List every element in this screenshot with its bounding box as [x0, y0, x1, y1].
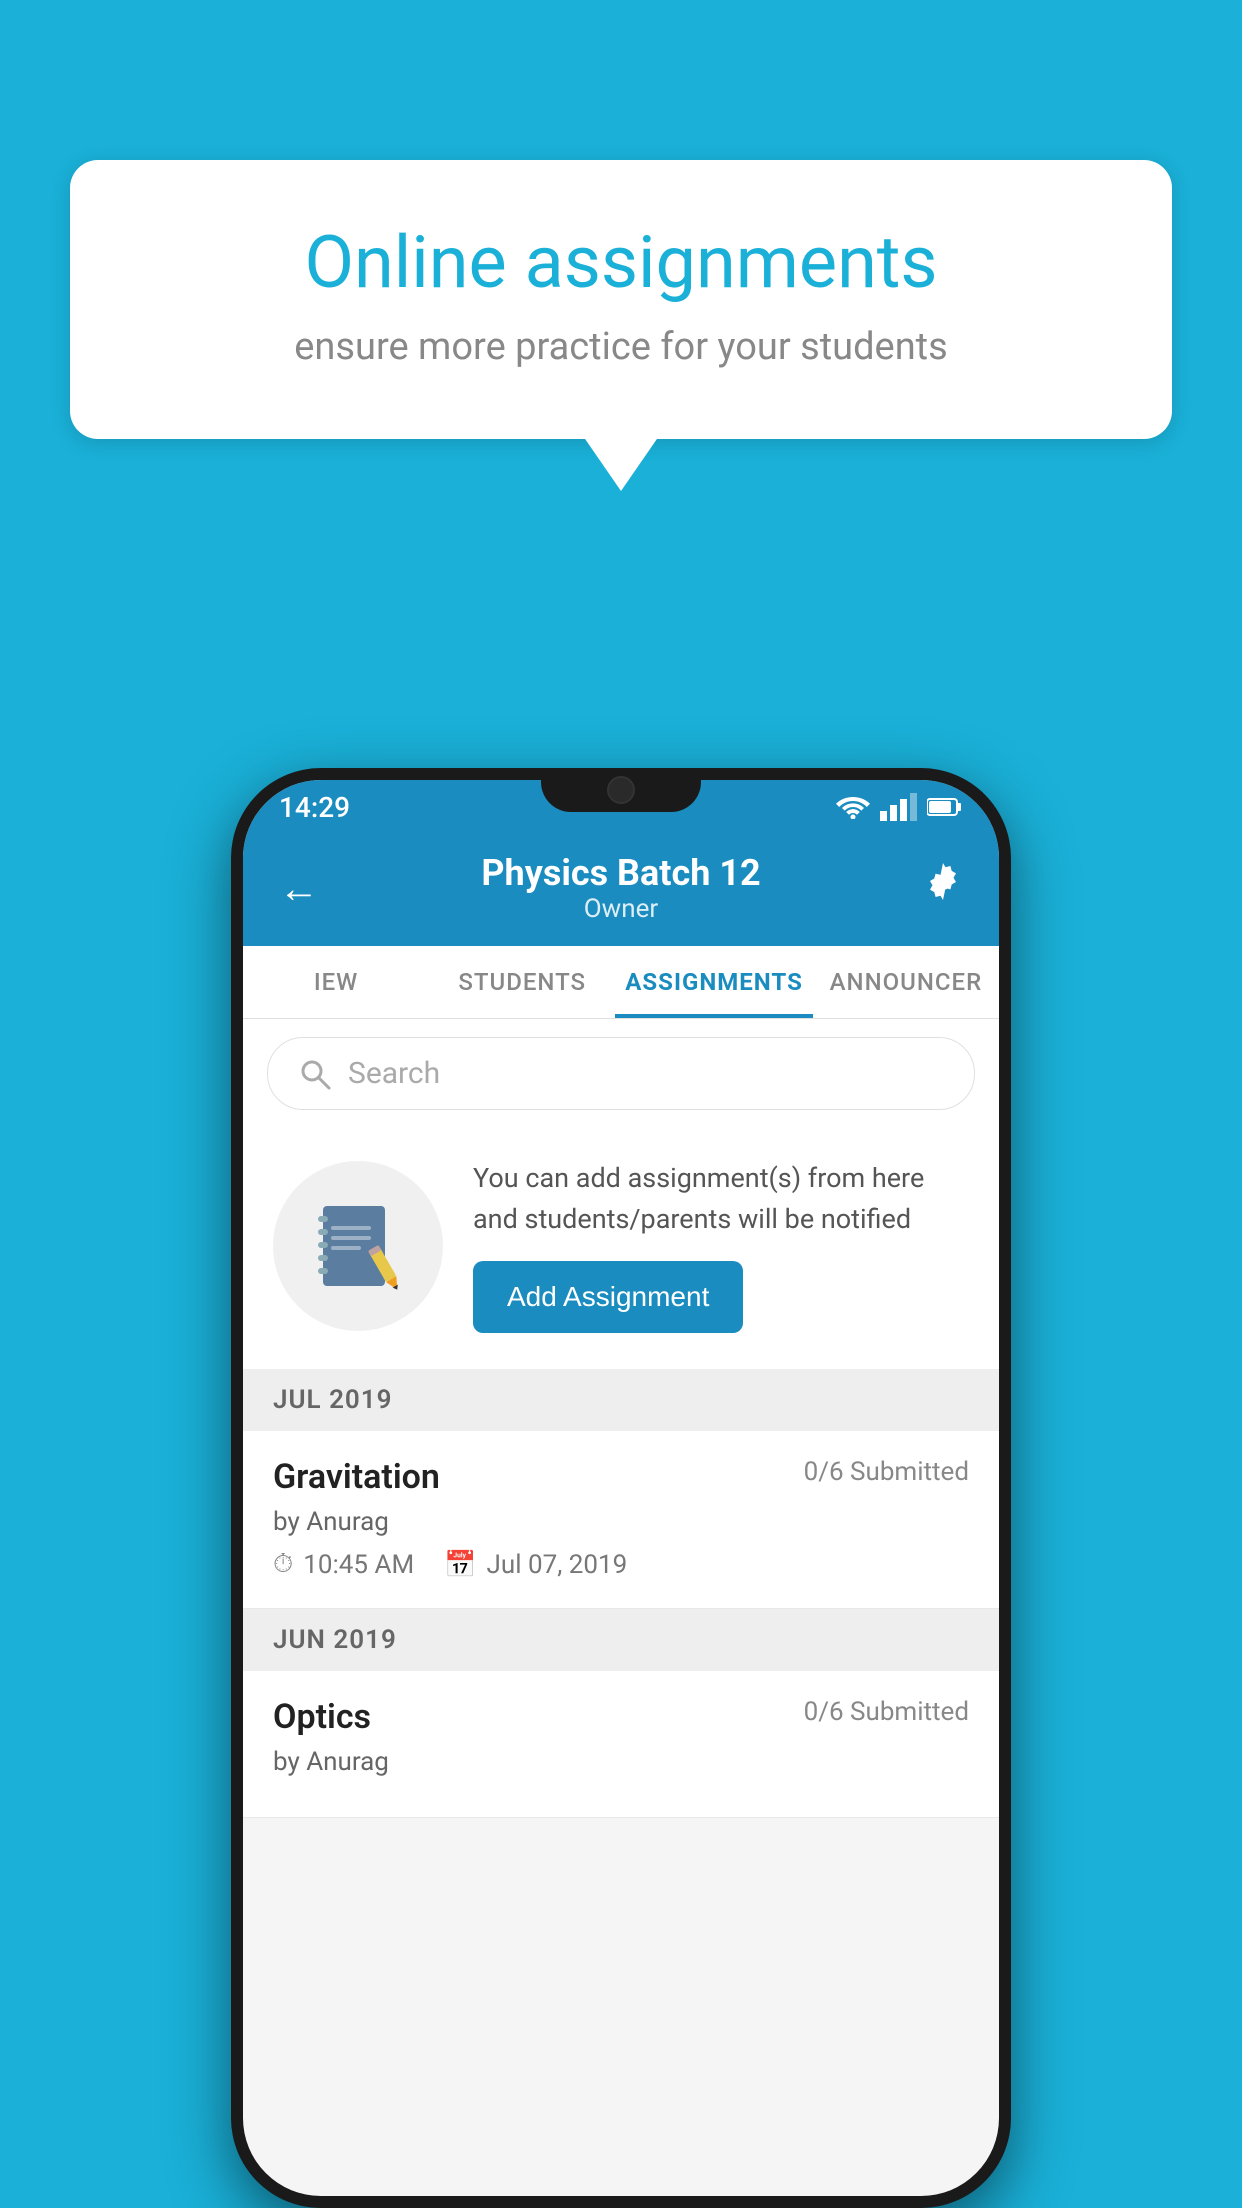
submitted-badge: 0/6 Submitted	[804, 1457, 969, 1487]
back-button[interactable]: ←	[279, 865, 319, 912]
phone-wrapper: 14:29	[231, 768, 1011, 2208]
search-icon	[298, 1057, 332, 1091]
add-assignment-button[interactable]: Add Assignment	[473, 1261, 743, 1333]
assignment-header-optics: Optics 0/6 Submitted	[273, 1697, 969, 1737]
search-input-text: Search	[348, 1056, 440, 1091]
tab-assignments[interactable]: ASSIGNMENTS	[615, 946, 813, 1018]
promo-content: You can add assignment(s) from here and …	[473, 1158, 969, 1333]
submitted-badge-optics: 0/6 Submitted	[804, 1697, 969, 1727]
month-label-jun: JUN 2019	[273, 1625, 397, 1655]
speech-bubble: Online assignments ensure more practice …	[70, 160, 1172, 439]
tab-iew[interactable]: IEW	[243, 946, 429, 1018]
bubble-subtitle: ensure more practice for your students	[140, 325, 1102, 369]
tabs-bar: IEW STUDENTS ASSIGNMENTS ANNOUNCER	[243, 946, 999, 1019]
promo-card: You can add assignment(s) from here and …	[243, 1128, 999, 1369]
promo-description: You can add assignment(s) from here and …	[473, 1158, 969, 1239]
assignment-name: Gravitation	[273, 1457, 440, 1497]
assignment-by: by Anurag	[273, 1507, 969, 1537]
assignment-item-optics[interactable]: Optics 0/6 Submitted by Anurag	[243, 1671, 999, 1818]
assignment-by-optics: by Anurag	[273, 1747, 969, 1777]
search-container: Search	[243, 1019, 999, 1128]
assignment-item-gravitation[interactable]: Gravitation 0/6 Submitted by Anurag ⏱ 10…	[243, 1431, 999, 1609]
header-title: Physics Batch 12	[481, 852, 760, 894]
meta-time-text: 10:45 AM	[303, 1550, 414, 1580]
bubble-title: Online assignments	[140, 220, 1102, 305]
wifi-icon	[836, 795, 870, 819]
assignment-meta: ⏱ 10:45 AM 📅 Jul 07, 2019	[273, 1549, 969, 1580]
battery-icon	[927, 798, 963, 816]
phone-notch	[541, 768, 701, 812]
status-time: 14:29	[279, 791, 350, 824]
header-subtitle: Owner	[481, 894, 760, 924]
month-section-jul: JUL 2019	[243, 1369, 999, 1431]
search-bar[interactable]: Search	[267, 1037, 975, 1110]
clock-icon: ⏱	[273, 1549, 293, 1580]
settings-button[interactable]	[923, 863, 963, 913]
meta-date-text: Jul 07, 2019	[487, 1550, 628, 1580]
tab-announcements[interactable]: ANNOUNCER	[813, 946, 999, 1018]
phone-camera	[607, 776, 635, 804]
month-section-jun: JUN 2019	[243, 1609, 999, 1671]
calendar-icon: 📅	[444, 1550, 476, 1580]
speech-bubble-container: Online assignments ensure more practice …	[70, 160, 1172, 439]
month-label-jul: JUL 2019	[273, 1385, 393, 1415]
meta-time: ⏱ 10:45 AM	[273, 1549, 414, 1580]
signal-bars-icon	[880, 793, 917, 821]
promo-icon-circle	[273, 1161, 443, 1331]
content-area: Search	[243, 1019, 999, 1818]
phone-screen: 14:29	[243, 780, 999, 2196]
phone-outer: 14:29	[231, 768, 1011, 2208]
assignment-header: Gravitation 0/6 Submitted	[273, 1457, 969, 1497]
app-header: ← Physics Batch 12 Owner	[243, 834, 999, 946]
gear-icon	[923, 863, 963, 903]
assignment-name-optics: Optics	[273, 1697, 371, 1737]
meta-date: 📅 Jul 07, 2019	[444, 1550, 627, 1580]
header-center: Physics Batch 12 Owner	[481, 852, 760, 924]
tab-students[interactable]: STUDENTS	[429, 946, 615, 1018]
notebook-icon	[313, 1201, 403, 1291]
status-icons	[836, 793, 963, 821]
